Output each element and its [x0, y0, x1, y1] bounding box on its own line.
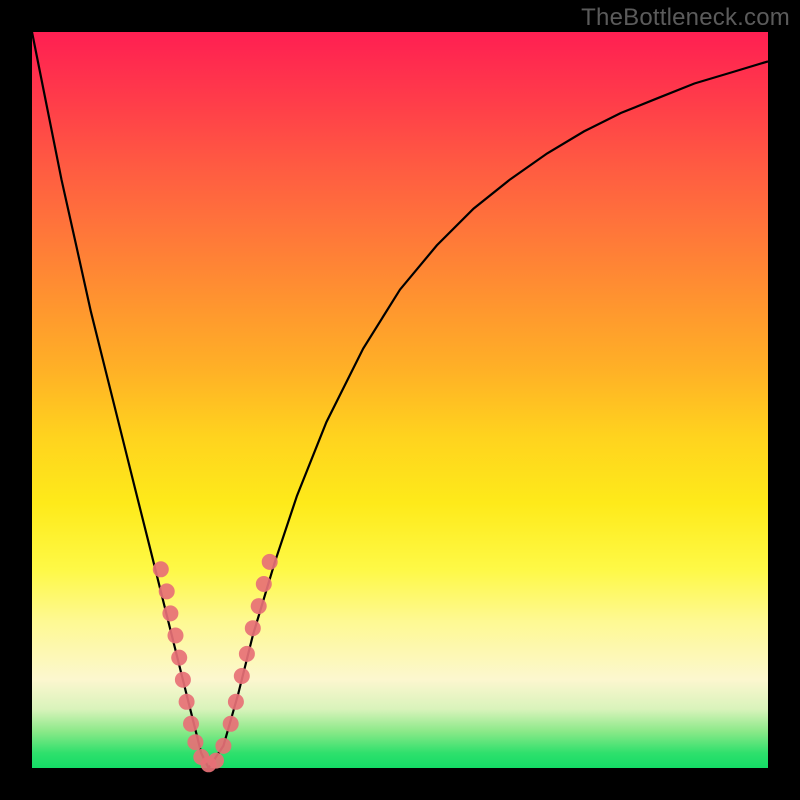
sample-point — [262, 554, 278, 570]
plot-area — [32, 32, 768, 768]
watermark-text: TheBottleneck.com — [581, 4, 790, 32]
bottleneck-curve — [32, 32, 768, 768]
sample-point — [256, 576, 272, 592]
sample-point — [175, 672, 191, 688]
sample-point — [234, 668, 250, 684]
sample-point — [183, 716, 199, 732]
sample-point — [153, 561, 169, 577]
sample-point — [223, 716, 239, 732]
sample-point — [168, 628, 184, 644]
sample-point — [215, 738, 231, 754]
sample-point — [171, 650, 187, 666]
marker-layer — [153, 554, 278, 772]
sample-point — [159, 583, 175, 599]
sample-point — [179, 694, 195, 710]
chart-frame: TheBottleneck.com — [0, 0, 800, 800]
chart-svg — [32, 32, 768, 768]
sample-point — [208, 753, 224, 769]
sample-point — [228, 694, 244, 710]
sample-point — [162, 605, 178, 621]
sample-point — [245, 620, 261, 636]
sample-point — [187, 734, 203, 750]
sample-point — [251, 598, 267, 614]
sample-point — [239, 646, 255, 662]
curve-layer — [32, 32, 768, 768]
